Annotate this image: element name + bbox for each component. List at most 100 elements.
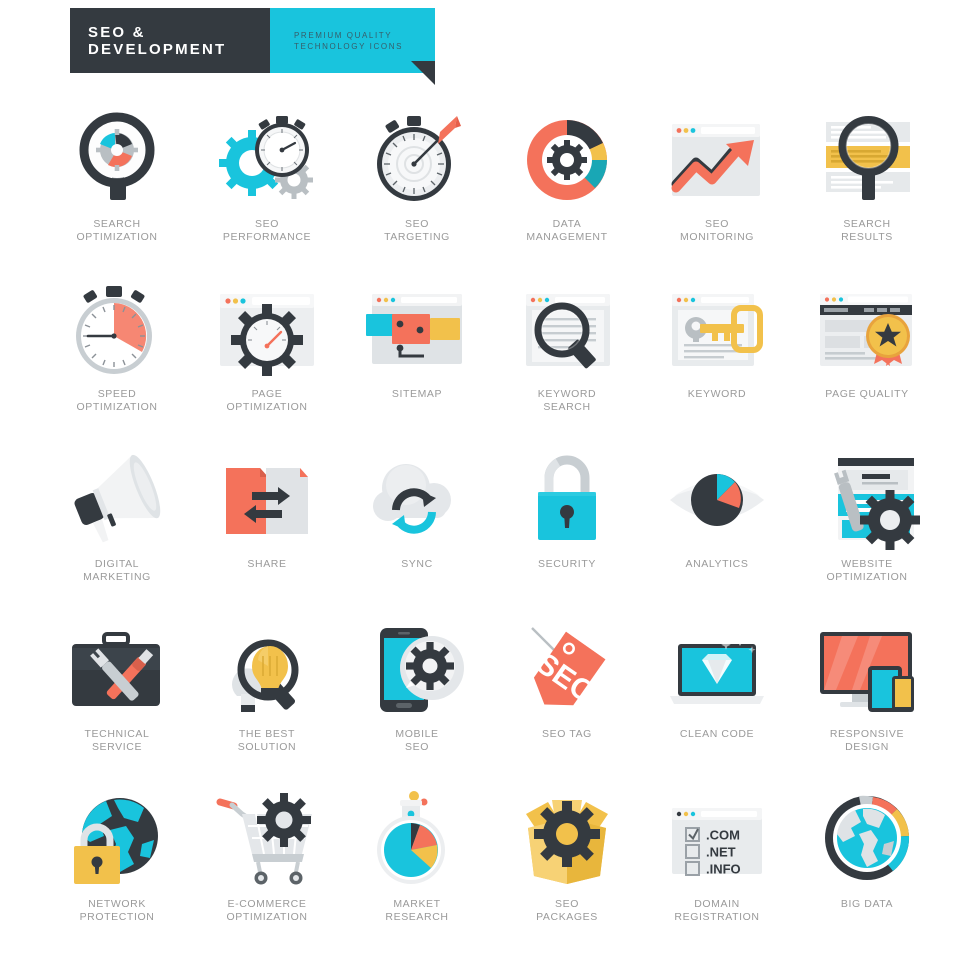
speed-optimization-icon xyxy=(62,278,172,383)
domain-option-label-1: .NET xyxy=(706,845,736,860)
icon-label: NETWORK PROTECTION xyxy=(79,898,155,923)
keyword-search-icon xyxy=(512,278,622,383)
icon-cell-mobile-seo[interactable]: MOBILE SEO xyxy=(342,618,492,788)
seo-tag-icon: SEO xyxy=(512,618,622,723)
icon-cell-seo-performance[interactable]: SEO PERFORMANCE xyxy=(192,108,342,278)
icon-label: SEO TAG xyxy=(542,728,592,740)
icon-cell-search-optimization[interactable]: SEARCH OPTIMIZATION xyxy=(42,108,192,278)
domain-option-label-0: .COM xyxy=(706,828,740,843)
icon-label: PAGE QUALITY xyxy=(825,388,909,400)
icon-cell-seo-targeting[interactable]: SEO TARGETING xyxy=(342,108,492,278)
icon-label: SEARCH RESULTS xyxy=(841,218,893,243)
icon-cell-seo-tag[interactable]: SEO SEO TAG xyxy=(492,618,642,788)
icon-cell-data-management[interactable]: DATA MANAGEMENT xyxy=(492,108,642,278)
technical-service-icon xyxy=(62,618,172,723)
icon-cell-seo-packages[interactable]: SEO PACKAGES xyxy=(492,788,642,958)
icon-label: SEO PACKAGES xyxy=(536,898,598,923)
icon-label: SEO MONITORING xyxy=(679,218,755,243)
icon-cell-keyword-search[interactable]: KEYWORD SEARCH xyxy=(492,278,642,448)
banner-subtitle-block: PREMIUM QUALITY TECHNOLOGY ICONS xyxy=(270,8,435,85)
icon-cell-share[interactable]: SHARE xyxy=(192,448,342,618)
network-protection-icon xyxy=(62,788,172,893)
icon-label: MARKET RESEARCH xyxy=(385,898,449,923)
sync-icon xyxy=(362,448,472,553)
icon-cell-technical-service[interactable]: TECHNICAL SERVICE xyxy=(42,618,192,788)
icon-label: DOMAIN REGISTRATION xyxy=(674,898,760,923)
banner-title-line2: DEVELOPMENT xyxy=(88,40,227,58)
icon-label: SYNC xyxy=(401,558,433,570)
search-optimization-icon xyxy=(62,108,172,213)
domain-registration-icon: .COM .NET .INFO xyxy=(662,788,772,893)
sitemap-icon xyxy=(362,278,472,383)
page-optimization-icon xyxy=(212,278,322,383)
page-quality-icon xyxy=(812,278,922,383)
icon-label: BIG DATA xyxy=(840,898,894,910)
icon-label: SEO TARGETING xyxy=(384,218,450,243)
icon-label: RESPONSIVE DESIGN xyxy=(829,728,905,753)
icon-label: E-COMMERCE OPTIMIZATION xyxy=(226,898,308,923)
icon-cell-responsive-design[interactable]: RESPONSIVE DESIGN xyxy=(792,618,942,788)
clean-code-icon xyxy=(662,618,772,723)
icon-cell-clean-code[interactable]: CLEAN CODE xyxy=(642,618,792,788)
market-research-icon xyxy=(362,788,472,893)
responsive-design-icon xyxy=(812,618,922,723)
icon-cell-network-protection[interactable]: NETWORK PROTECTION xyxy=(42,788,192,958)
banner-fold-corner xyxy=(411,61,435,85)
icon-label: SEO PERFORMANCE xyxy=(222,218,312,243)
icon-cell-digital-marketing[interactable]: DIGITAL MARKETING xyxy=(42,448,192,618)
icon-label: KEYWORD xyxy=(687,388,747,400)
icon-label: PAGE OPTIMIZATION xyxy=(226,388,308,413)
search-results-icon xyxy=(812,108,922,213)
security-icon xyxy=(512,448,622,553)
seo-targeting-icon xyxy=(362,108,472,213)
header-banner: SEO & DEVELOPMENT PREMIUM QUALITY TECHNO… xyxy=(70,8,435,85)
icon-cell-analytics[interactable]: ANALYTICS xyxy=(642,448,792,618)
icon-cell-e-commerce-optimization[interactable]: E-COMMERCE OPTIMIZATION xyxy=(192,788,342,958)
icon-label: DIGITAL MARKETING xyxy=(83,558,151,583)
keyword-icon xyxy=(662,278,772,383)
website-optimization-icon xyxy=(812,448,922,553)
the-best-solution-icon xyxy=(212,618,322,723)
icon-cell-page-optimization[interactable]: PAGE OPTIMIZATION xyxy=(192,278,342,448)
icon-cell-seo-monitoring[interactable]: SEO MONITORING xyxy=(642,108,792,278)
icon-cell-keyword[interactable]: KEYWORD xyxy=(642,278,792,448)
seo-packages-icon xyxy=(512,788,622,893)
icon-label: SPEED OPTIMIZATION xyxy=(76,388,158,413)
digital-marketing-icon xyxy=(62,448,172,553)
icon-cell-search-results[interactable]: SEARCH RESULTS xyxy=(792,108,942,278)
share-icon xyxy=(212,448,322,553)
banner-title-line1: SEO & xyxy=(88,23,146,41)
seo-performance-icon xyxy=(212,108,322,213)
icon-cell-the-best-solution[interactable]: THE BEST SOLUTION xyxy=(192,618,342,788)
icon-label: TECHNICAL SERVICE xyxy=(84,728,150,753)
icon-cell-speed-optimization[interactable]: SPEED OPTIMIZATION xyxy=(42,278,192,448)
icon-label: MOBILE SEO xyxy=(395,728,439,753)
domain-option-label-2: .INFO xyxy=(706,862,741,877)
icon-label: SITEMAP xyxy=(391,388,443,400)
seo-monitoring-icon xyxy=(662,108,772,213)
icon-cell-website-optimization[interactable]: WEBSITE OPTIMIZATION xyxy=(792,448,942,618)
icon-label: CLEAN CODE xyxy=(679,728,755,740)
icon-label: SHARE xyxy=(247,558,287,570)
icon-label: ANALYTICS xyxy=(685,558,749,570)
big-data-icon xyxy=(812,788,922,893)
icon-cell-sync[interactable]: SYNC xyxy=(342,448,492,618)
icon-cell-sitemap[interactable]: SITEMAP xyxy=(342,278,492,448)
icon-cell-market-research[interactable]: MARKET RESEARCH xyxy=(342,788,492,958)
icon-label: THE BEST SOLUTION xyxy=(237,728,297,753)
e-commerce-optimization-icon xyxy=(212,788,322,893)
icon-cell-big-data[interactable]: BIG DATA xyxy=(792,788,942,958)
icon-grid: SEARCH OPTIMIZATION SEO PERFORMANCE SEO … xyxy=(42,108,942,958)
icon-cell-page-quality[interactable]: PAGE QUALITY xyxy=(792,278,942,448)
banner-subtitle-line2: TECHNOLOGY ICONS xyxy=(294,41,404,51)
icon-cell-security[interactable]: SECURITY xyxy=(492,448,642,618)
banner-subtitle-line1: PREMIUM QUALITY xyxy=(294,30,393,40)
icon-label: WEBSITE OPTIMIZATION xyxy=(826,558,908,583)
icon-label: SECURITY xyxy=(538,558,596,570)
analytics-icon xyxy=(662,448,772,553)
icon-label: KEYWORD SEARCH xyxy=(537,388,597,413)
icon-label: DATA MANAGEMENT xyxy=(526,218,608,243)
mobile-seo-icon xyxy=(362,618,472,723)
icon-cell-domain-registration[interactable]: .COM .NET .INFO DOMAIN REGISTRATION xyxy=(642,788,792,958)
banner-title-block: SEO & DEVELOPMENT xyxy=(70,8,270,73)
